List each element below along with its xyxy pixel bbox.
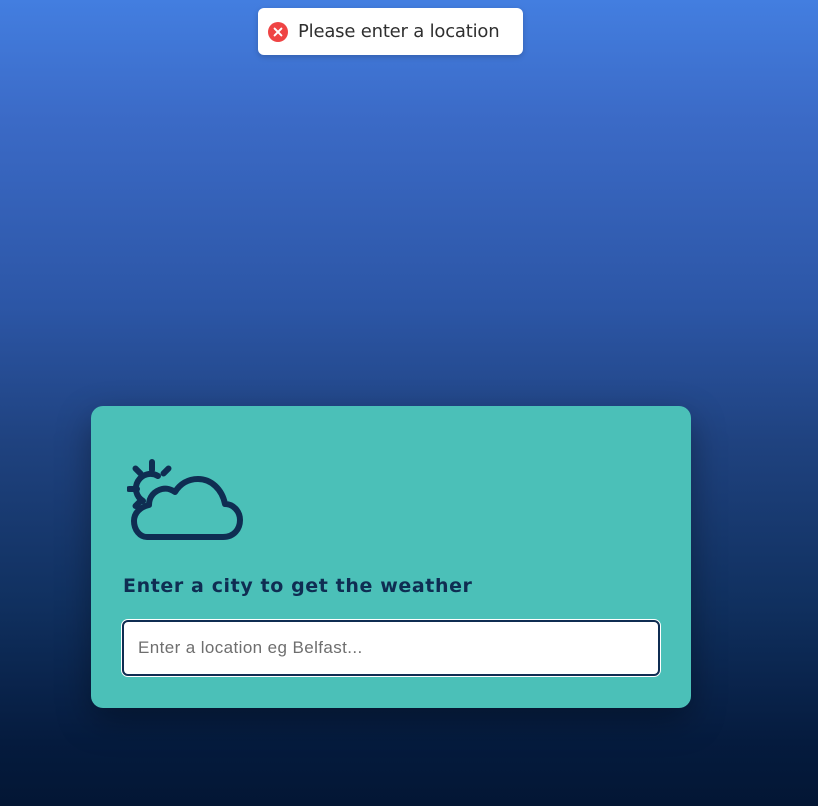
error-icon	[268, 21, 288, 42]
error-toast: Please enter a location	[258, 8, 523, 55]
location-search-input[interactable]	[122, 620, 660, 676]
sun-cloud-icon	[127, 459, 243, 540]
toast-message: Please enter a location	[298, 21, 500, 42]
card-heading: Enter a city to get the weather	[123, 575, 473, 597]
weather-search-card: Enter a city to get the weather	[91, 406, 691, 708]
